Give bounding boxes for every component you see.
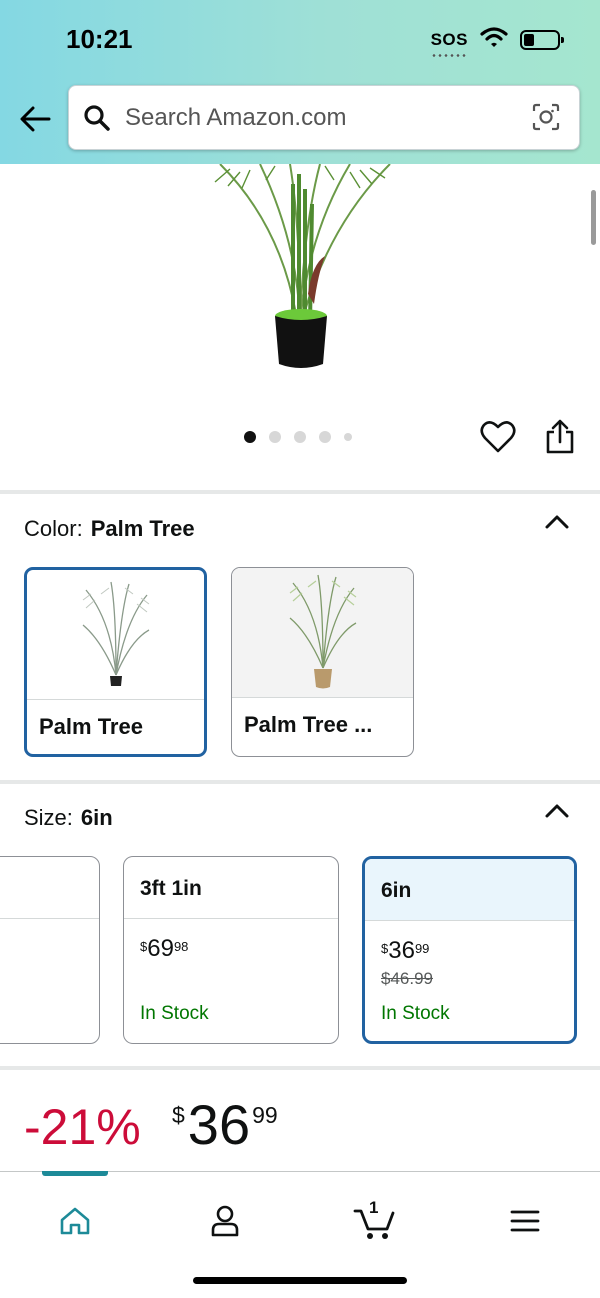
section-divider (0, 490, 600, 494)
camera-search-icon[interactable] (531, 102, 561, 137)
size-option-3ft-1in[interactable]: 3ft 1in $6998 In Stock (123, 856, 339, 1044)
status-icons: SOS (430, 26, 564, 57)
size-option-price: $3699 (381, 937, 430, 964)
size-option-6in[interactable]: 6in $3699 $46.99 In Stock (362, 856, 577, 1044)
user-icon (211, 1205, 239, 1237)
pagination-dot (269, 431, 281, 443)
nav-cart[interactable]: 1 (345, 1196, 405, 1246)
share-button[interactable] (544, 418, 576, 461)
selected-color: Palm Tree (90, 516, 195, 541)
product-image[interactable] (200, 163, 400, 379)
pagination-dot (244, 431, 256, 443)
nav-account[interactable] (195, 1196, 255, 1246)
size-option-label: 6in (365, 859, 574, 921)
search-input[interactable] (125, 96, 525, 140)
section-divider (0, 1066, 600, 1070)
pagination-dot (319, 431, 331, 443)
wifi-icon (480, 26, 508, 53)
stock-status: In Stock (140, 1003, 209, 1024)
cart-count-badge: 1 (369, 1198, 379, 1217)
chevron-up-icon (545, 515, 569, 529)
app-header: 10:21 SOS (0, 0, 600, 164)
collapse-color-button[interactable] (543, 512, 571, 537)
current-price: $3699 (172, 1093, 278, 1156)
color-option-palm-tree[interactable]: Palm Tree (24, 567, 207, 757)
color-label: Color: Palm Tree (24, 516, 195, 541)
sos-indicator: SOS (430, 29, 469, 57)
selected-size: 6in (80, 805, 113, 830)
size-option-label: 3ft 1in (124, 857, 338, 919)
discount-percent: -21% (24, 1099, 141, 1155)
stock-status: In Stock (381, 1003, 450, 1024)
size-option-list-price: $46.99 (381, 969, 433, 988)
nav-active-indicator (42, 1171, 108, 1176)
swatch-label: Palm Tree (39, 714, 143, 739)
home-indicator (193, 1277, 407, 1284)
hamburger-menu-icon (510, 1210, 540, 1232)
home-icon (60, 1207, 90, 1235)
collapse-size-button[interactable] (543, 801, 571, 826)
image-pagination (244, 431, 352, 443)
search-bar[interactable] (68, 85, 580, 150)
size-option-price: $6998 (140, 935, 189, 962)
swatch-image (27, 570, 204, 700)
chevron-up-icon (545, 804, 569, 818)
wishlist-button[interactable] (480, 420, 516, 459)
search-icon (83, 104, 111, 137)
swatch-image (232, 568, 413, 698)
status-time: 10:21 (66, 24, 133, 54)
swatch-label: Palm Tree ... (244, 712, 373, 737)
arrow-left-icon (20, 106, 51, 132)
size-option-partial[interactable] (0, 856, 100, 1044)
nav-menu[interactable] (495, 1196, 555, 1246)
scroll-indicator (591, 190, 596, 245)
battery-icon (520, 29, 564, 50)
heart-icon (480, 421, 516, 453)
color-option-palm-tree-2[interactable]: Palm Tree ... (231, 567, 414, 757)
section-divider (0, 780, 600, 784)
nav-home[interactable] (45, 1196, 105, 1246)
size-label: Size: 6in (24, 805, 113, 830)
size-option-label (0, 857, 99, 919)
pagination-dot (294, 431, 306, 443)
back-button[interactable] (16, 100, 54, 138)
pagination-dot (344, 433, 352, 441)
share-icon (546, 419, 574, 454)
